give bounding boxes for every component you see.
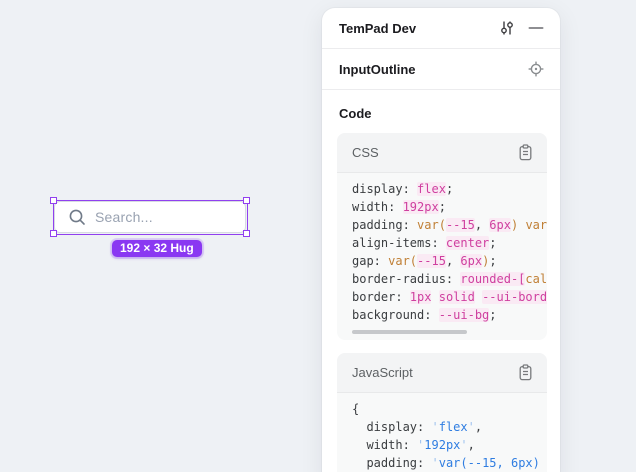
component-name: InputOutline [339,62,526,77]
code-token: 192px [424,438,460,452]
code-token [431,290,438,304]
code-token: var(--15, 6px) var(--15, 6px) [439,456,547,470]
css-block-label: CSS [352,145,515,160]
css-block-header: CSS [337,133,547,173]
code-value-chip[interactable]: --ui-bg [439,308,490,322]
code-line: align-items: center; [352,234,547,252]
code-token: ; [439,200,446,214]
code-token: padding: [352,456,431,470]
code-token: ; [489,236,496,250]
horizontal-scrollbar[interactable] [352,330,532,334]
code-token: background: [352,308,439,322]
code-value-chip[interactable]: 6px [489,218,511,232]
selection-outline[interactable] [53,200,248,235]
crosshair-icon[interactable] [526,59,546,79]
code-line: display: 'flex', [352,418,547,436]
selection-handle-bottom-left[interactable] [50,230,57,237]
code-value-chip[interactable]: 6px [460,254,482,268]
code-token: flex [439,420,468,434]
js-block-header: JavaScript [337,353,547,393]
code-value-chip[interactable]: 1px [410,290,432,304]
code-token: align-items: [352,236,446,250]
code-token: , [468,438,475,452]
code-token: display: [352,420,431,434]
code-value-chip[interactable]: flex [417,182,446,196]
code-section: Code CSS display: flex;width: 192px;padd… [322,90,560,472]
code-value-chip[interactable]: center [446,236,489,250]
css-code-block: CSS display: flex;width: 192px;padding: … [337,133,547,340]
code-line: gap: var(--15, 6px); [352,252,547,270]
sliders-icon[interactable] [497,18,517,38]
code-token: calc( [525,272,547,286]
code-token: border-radius: [352,272,460,286]
code-value-chip[interactable]: rounded-[ [460,272,525,286]
code-line: width: 192px; [352,198,547,216]
code-line: display: flex; [352,180,547,198]
js-block-label: JavaScript [352,365,515,380]
minimize-icon[interactable] [526,18,546,38]
code-line: padding: var(--15, 6px) var(--15, 6px); [352,216,547,234]
js-code-block: JavaScript { display: 'flex', width: '19… [337,353,547,472]
code-value-chip[interactable]: --15 [446,218,475,232]
css-code: display: flex;width: 192px;padding: var(… [337,173,547,324]
code-token [475,290,482,304]
clipboard-icon[interactable] [515,363,535,383]
code-token: ' [431,420,438,434]
code-token: border: [352,290,410,304]
code-token: width: [352,200,403,214]
code-token: { [352,402,359,416]
scrollbar-thumb[interactable] [352,330,467,334]
panel-title: TemPad Dev [339,21,497,36]
code-token: var( [388,254,417,268]
component-row: InputOutline [322,49,560,90]
code-line: border-radius: rounded-[calc(var(--radiu… [352,270,547,288]
code-value-chip[interactable]: 192px [403,200,439,214]
figma-canvas: Search... 192 × 32 Hug TemPad Dev [0,0,636,472]
code-token: , [446,254,460,268]
code-token: , [475,420,482,434]
code-token: ' [460,438,467,452]
code-token: padding: [352,218,417,232]
code-line: width: '192px', [352,436,547,454]
clipboard-icon[interactable] [515,143,535,163]
tempad-dev-panel: TemPad Dev InputOutline [322,8,560,472]
code-token: ; [446,182,453,196]
code-token: display: [352,182,417,196]
code-token: ; [489,308,496,322]
selection-handle-bottom-right[interactable] [243,230,250,237]
code-token: ; [489,254,496,268]
code-section-label: Code [339,106,547,121]
code-line: { [352,400,547,418]
code-line: padding: 'var(--15, 6px) var(--15, 6px)'… [352,454,547,472]
code-token: var( [417,218,446,232]
size-badge: 192 × 32 Hug [112,240,202,257]
code-token: gap: [352,254,388,268]
code-token: ' [431,456,438,470]
code-line: border: 1px solid --ui-border-color; [352,288,547,306]
code-value-chip[interactable]: solid [439,290,475,304]
js-code: { display: 'flex', width: '192px', paddi… [337,393,547,472]
code-token: width: [352,438,417,452]
code-token: , [475,218,489,232]
selection-handle-top-left[interactable] [50,197,57,204]
code-value-chip[interactable]: --15 [417,254,446,268]
code-value-chip[interactable]: --ui-border-color [482,290,547,304]
code-token: ' [468,420,475,434]
code-line: background: --ui-bg; [352,306,547,324]
code-token: var( [525,218,547,232]
panel-header: TemPad Dev [322,8,560,49]
selection-handle-top-right[interactable] [243,197,250,204]
